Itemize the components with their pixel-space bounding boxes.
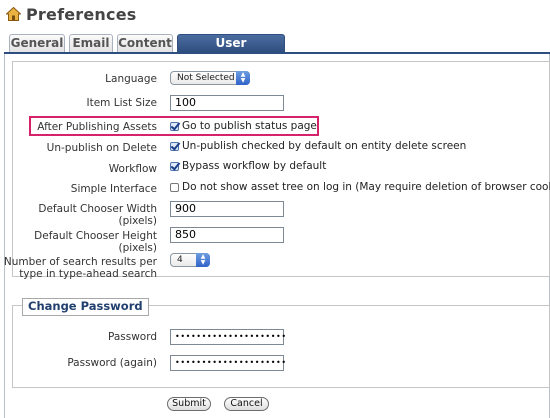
after-publishing-label: After Publishing Assets: [37, 121, 157, 133]
workflow-label: Workflow: [108, 163, 157, 175]
chooser-width-label-line2: (pixels): [118, 215, 157, 227]
search-results-value: 4: [177, 255, 183, 265]
simple-interface-option[interactable]: Do not show asset tree on log in (May re…: [170, 181, 550, 193]
tab-content[interactable]: Content: [117, 34, 173, 52]
tab-general[interactable]: General: [9, 34, 65, 52]
after-publishing-option-text: Go to publish status page: [182, 120, 317, 132]
after-publishing-option[interactable]: Go to publish status page: [170, 120, 317, 132]
language-value: Not Selected: [177, 73, 235, 83]
cancel-button[interactable]: Cancel: [224, 397, 269, 411]
tab-user-preferences[interactable]: User Preferences: [177, 34, 285, 67]
password-input[interactable]: •••••••••••••••••••••: [170, 329, 286, 345]
search-results-label-line2: type in type-ahead search: [19, 268, 157, 280]
submit-button[interactable]: Submit: [167, 397, 211, 411]
change-password-fieldset: [12, 305, 550, 388]
unpublish-on-delete-label: Un-publish on Delete: [46, 142, 157, 154]
language-select[interactable]: Not Selected ▲ ▼: [170, 71, 250, 85]
after-publishing-checkbox[interactable]: [170, 121, 179, 131]
search-results-label: Number of search results per type in typ…: [4, 256, 157, 280]
chooser-width-input[interactable]: 900: [170, 201, 284, 217]
password-again-input[interactable]: •••••••••••••••••••••: [170, 355, 286, 371]
item-list-size-input[interactable]: 100: [170, 95, 284, 111]
change-password-legend: Change Password: [22, 298, 149, 316]
page-title: Preferences: [26, 4, 137, 24]
select-arrows-icon: ▲ ▼: [236, 71, 250, 85]
simple-interface-option-text: Do not show asset tree on log in (May re…: [182, 181, 550, 193]
simple-interface-checkbox[interactable]: [170, 182, 179, 192]
select-arrows-icon: ▲ ▼: [196, 253, 210, 267]
tab-email[interactable]: Email: [69, 34, 113, 52]
workflow-option-text: Bypass workflow by default: [182, 160, 327, 172]
unpublish-on-delete-checkbox[interactable]: [170, 141, 179, 151]
chooser-width-label-line1: Default Chooser Width: [38, 203, 157, 215]
item-list-size-label: Item List Size: [86, 97, 158, 109]
chooser-height-label-line1: Default Chooser Height: [34, 230, 157, 242]
chooser-height-input[interactable]: 850: [170, 227, 284, 243]
home-icon: [6, 7, 21, 21]
chooser-height-label: Default Chooser Height (pixels): [34, 230, 157, 254]
workflow-checkbox[interactable]: [170, 161, 179, 171]
unpublish-on-delete-option-text: Un-publish checked by default on entity …: [182, 140, 467, 152]
password-label: Password: [107, 331, 157, 343]
chooser-width-label: Default Chooser Width (pixels): [38, 203, 157, 227]
page-header: Preferences: [6, 4, 136, 24]
unpublish-on-delete-option[interactable]: Un-publish checked by default on entity …: [170, 140, 466, 152]
language-label: Language: [105, 73, 157, 85]
chooser-height-label-line2: (pixels): [118, 242, 157, 254]
search-results-select[interactable]: 4 ▲ ▼: [170, 253, 210, 267]
password-again-label: Password (again): [67, 357, 157, 369]
search-results-label-line1: Number of search results per: [3, 256, 157, 268]
simple-interface-label: Simple Interface: [70, 183, 157, 195]
workflow-option[interactable]: Bypass workflow by default: [170, 160, 326, 172]
